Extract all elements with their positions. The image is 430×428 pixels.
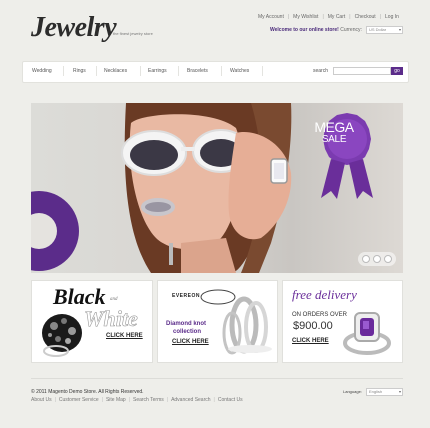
language-label: Language:: [343, 389, 362, 394]
nav-divider: [221, 66, 222, 76]
nav-item-bracelets[interactable]: Bracelets: [187, 68, 208, 74]
nav-item-rings[interactable]: Rings: [73, 68, 86, 74]
promo-2-click-here[interactable]: CLICK HERE: [172, 339, 209, 345]
footer-link-site-map[interactable]: Site Map: [106, 397, 129, 403]
promo-line1: ON ORDERS OVER: [292, 312, 348, 318]
nav-item-wedding[interactable]: Wedding: [32, 68, 52, 74]
badge-line1: MEGA: [314, 119, 354, 135]
language-select[interactable]: English ▾: [366, 388, 403, 396]
my-cart-link[interactable]: My Cart: [324, 14, 350, 20]
my-wishlist-link[interactable]: My Wishlist: [289, 14, 322, 20]
chevron-down-icon: ▾: [398, 389, 401, 394]
top-links: My Account | My Wishlist | My Cart | Checko…: [254, 14, 403, 20]
search-label: search: [313, 68, 329, 74]
footer-link-search-terms[interactable]: Search Terms: [133, 397, 167, 403]
mega-sale-badge[interactable]: MEGA SALE: [312, 119, 356, 145]
promo-title-white: White: [84, 306, 138, 332]
logo-tagline: the finest jewelry store: [113, 31, 153, 36]
nav-divider: [178, 66, 179, 76]
slider-dot-3[interactable]: [384, 255, 392, 263]
nav-divider: [140, 66, 141, 76]
promo-line1: Diamond knot: [166, 321, 206, 327]
slider-dot-1[interactable]: [362, 255, 370, 263]
promo-brand: EVEREON: [172, 293, 200, 299]
footer-link-customer-service[interactable]: Customer Service: [59, 397, 102, 403]
nav-divider: [63, 66, 64, 76]
promo-free-delivery-title: free delivery: [292, 287, 357, 302]
welcome-message: Welcome to our online store! Currency:: [270, 27, 362, 33]
slider-dot-2[interactable]: [373, 255, 381, 263]
nav-divider: [262, 66, 263, 76]
my-account-link[interactable]: My Account: [254, 14, 288, 20]
nav-item-watches[interactable]: Watches: [230, 68, 249, 74]
footer-links: About Us | Customer Service | Site Map | Se…: [31, 397, 246, 403]
currency-label: Currency:: [340, 27, 362, 33]
login-link[interactable]: Log In: [381, 14, 403, 20]
footer-link-advanced-search[interactable]: Advanced Search: [171, 397, 213, 403]
nav-item-earrings[interactable]: Earrings: [148, 68, 167, 74]
promo-title-and: and: [110, 297, 118, 302]
footer-link-contact-us[interactable]: Contact Us: [218, 397, 246, 403]
promo-1-click-here[interactable]: CLICK HERE: [106, 333, 143, 339]
promo-3-click-here[interactable]: CLICK HERE: [292, 338, 329, 344]
nav-divider: [96, 66, 97, 76]
checkout-link[interactable]: Checkout: [351, 14, 380, 20]
footer-divider: [31, 378, 403, 379]
footer-link-about-us[interactable]: About Us: [31, 397, 55, 403]
nav-item-necklaces[interactable]: Necklaces: [104, 68, 127, 74]
search-input[interactable]: [333, 67, 391, 75]
promo-price: $900.00: [293, 320, 333, 332]
logo[interactable]: Jewelry: [31, 12, 117, 44]
badge-line2: SALE: [321, 134, 347, 145]
promo-line2: collection: [173, 329, 202, 335]
currency-select[interactable]: US Dollar ▾: [366, 26, 403, 34]
copyright: © 2011 Magento Demo Store. All Rights Re…: [31, 389, 144, 395]
search-button[interactable]: go: [391, 67, 403, 75]
chevron-down-icon: ▾: [398, 27, 401, 32]
